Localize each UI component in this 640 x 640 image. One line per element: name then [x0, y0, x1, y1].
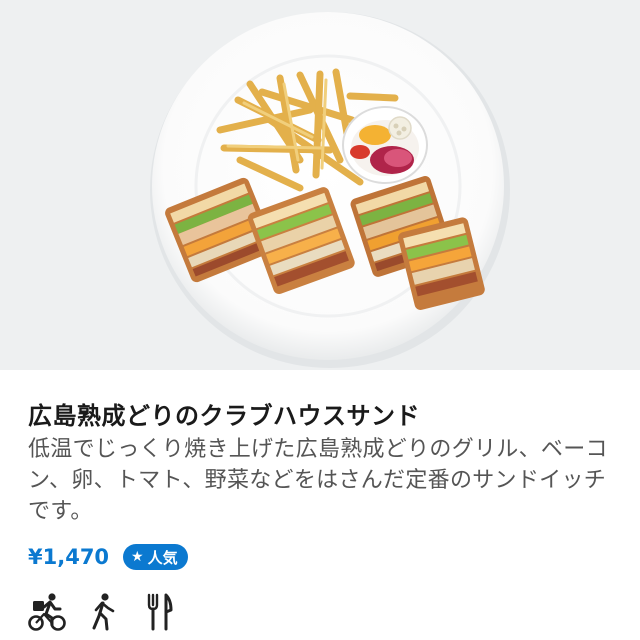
- popular-badge-label: 人気: [147, 548, 178, 567]
- menu-item-description: 低温でじっくり焼き上げた広島熟成どりのグリル、ベーコン、卵、トマト、野菜などをは…: [28, 437, 608, 524]
- menu-item-title[interactable]: 広島熟成どりのクラブハウスサンド: [28, 396, 420, 431]
- menu-item-details: 広島熟成どりのクラブハウスサンド 低温でじっくり焼き上げた広島熟成どりのグリル、…: [0, 370, 640, 640]
- availability-icons: [28, 592, 196, 632]
- popular-badge: ★ 人気: [123, 544, 188, 570]
- sandwich-plate-image: [150, 12, 510, 368]
- menu-item-card: 広島熟成どりのクラブハウスサンド 低温でじっくり焼き上げた広島熟成どりのグリル、…: [0, 0, 640, 640]
- delivery-bicycle-icon: [28, 592, 66, 632]
- takeout-walking-icon: [84, 592, 122, 632]
- star-icon: ★: [131, 549, 144, 565]
- menu-item-price: ¥1,470: [28, 545, 110, 569]
- price-row: ¥1,470 ★ 人気: [28, 542, 188, 572]
- menu-item-photo[interactable]: [0, 0, 640, 370]
- dine-in-fork-knife-icon: [140, 592, 178, 632]
